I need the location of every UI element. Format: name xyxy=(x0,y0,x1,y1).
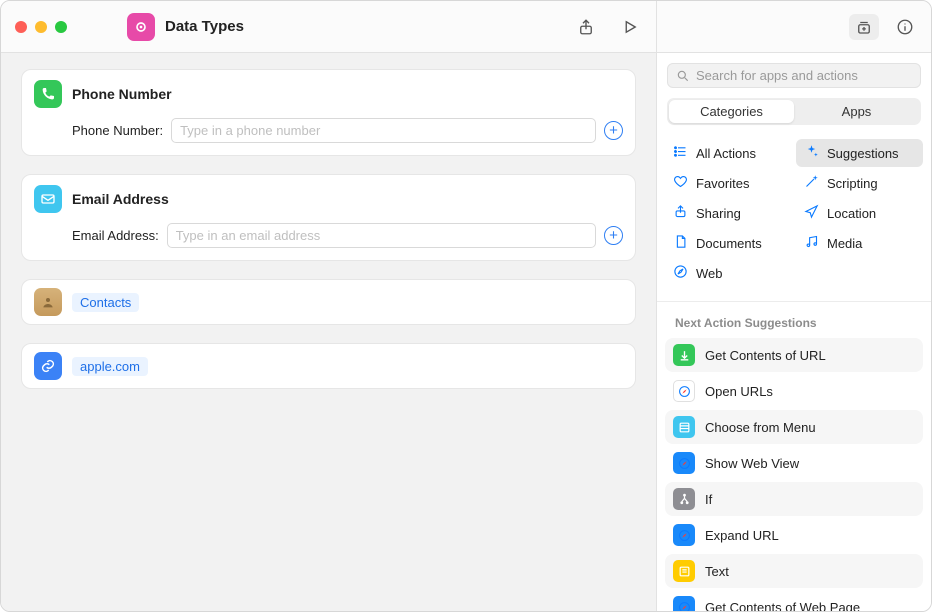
sparkle-icon xyxy=(804,144,819,162)
suggestion-label: Get Contents of Web Page xyxy=(705,600,860,612)
category-scripting[interactable]: Scripting xyxy=(796,169,923,197)
action-title: Phone Number xyxy=(72,86,172,102)
content: Phone Number Phone Number: + Email Addre… xyxy=(1,53,931,611)
variable-token-contacts[interactable]: Contacts xyxy=(72,293,139,312)
category-label: All Actions xyxy=(696,146,756,161)
music-icon xyxy=(804,234,819,252)
safari-small-icon xyxy=(673,524,695,546)
suggestion-label: Expand URL xyxy=(705,528,779,543)
segment-categories[interactable]: Categories xyxy=(669,100,794,123)
suggestion-item[interactable]: Expand URL xyxy=(665,518,923,552)
shortcut-color-icon xyxy=(127,13,155,41)
add-variable-button[interactable]: + xyxy=(604,121,623,140)
suggestion-list: Get Contents of URL Open URLs Choose from … xyxy=(665,338,923,611)
menu-icon xyxy=(673,416,695,438)
link-icon xyxy=(34,352,62,380)
list-icon xyxy=(673,144,688,162)
suggestion-item[interactable]: Show Web View xyxy=(665,446,923,480)
sendarrow-icon xyxy=(804,204,819,222)
action-card-phone-number[interactable]: Phone Number Phone Number: + xyxy=(21,69,636,156)
variable-token-url[interactable]: apple.com xyxy=(72,357,148,376)
safari-small-icon xyxy=(673,596,695,611)
category-label: Suggestions xyxy=(827,146,899,161)
window-title: Data Types xyxy=(165,18,244,35)
field-label: Email Address: xyxy=(72,228,159,243)
wand-icon xyxy=(804,174,819,192)
category-label: Scripting xyxy=(827,176,878,191)
contacts-icon xyxy=(34,288,62,316)
email-address-input[interactable] xyxy=(167,223,596,248)
heart-icon xyxy=(673,174,688,192)
suggestion-item[interactable]: Get Contents of Web Page xyxy=(665,590,923,611)
suggestions-header: Next Action Suggestions xyxy=(665,312,923,338)
run-button[interactable] xyxy=(618,15,642,39)
segment-apps[interactable]: Apps xyxy=(794,100,919,123)
safari-small-icon xyxy=(673,452,695,474)
library-toggle-button[interactable] xyxy=(849,14,879,40)
phone-number-input[interactable] xyxy=(171,118,596,143)
document-icon xyxy=(673,234,688,252)
text-icon xyxy=(673,560,695,582)
safari-small-icon xyxy=(673,380,695,402)
traffic-lights xyxy=(15,21,67,33)
action-title: Email Address xyxy=(72,191,169,207)
search-field[interactable] xyxy=(667,63,921,88)
email-icon xyxy=(34,185,62,213)
phone-icon xyxy=(34,80,62,108)
suggestion-item[interactable]: Text xyxy=(665,554,923,588)
share-button[interactable] xyxy=(574,15,598,39)
search-icon xyxy=(676,69,690,83)
search-input[interactable] xyxy=(696,68,912,83)
library-sidebar: Categories Apps All Actions Suggestions Fa… xyxy=(656,53,931,611)
category-location[interactable]: Location xyxy=(796,199,923,227)
category-label: Documents xyxy=(696,236,762,251)
category-sharing[interactable]: Sharing xyxy=(665,199,792,227)
field-label: Phone Number: xyxy=(72,123,163,138)
category-favorites[interactable]: Favorites xyxy=(665,169,792,197)
category-media[interactable]: Media xyxy=(796,229,923,257)
category-label: Web xyxy=(696,266,723,281)
category-label: Sharing xyxy=(696,206,741,221)
add-variable-button[interactable]: + xyxy=(604,226,623,245)
branch-icon xyxy=(673,488,695,510)
suggestion-label: Choose from Menu xyxy=(705,420,816,435)
category-suggestions[interactable]: Suggestions xyxy=(796,139,923,167)
category-documents[interactable]: Documents xyxy=(665,229,792,257)
action-card-url[interactable]: apple.com xyxy=(21,343,636,389)
suggestion-label: Get Contents of URL xyxy=(705,348,826,363)
suggestion-label: If xyxy=(705,492,712,507)
suggestion-item[interactable]: If xyxy=(665,482,923,516)
info-button[interactable] xyxy=(893,15,917,39)
download-icon xyxy=(673,344,695,366)
category-grid: All Actions Suggestions Favorites Scripting… xyxy=(657,129,931,302)
share-icon xyxy=(673,204,688,222)
category-label: Media xyxy=(827,236,862,251)
titlebar: Data Types xyxy=(1,1,931,53)
suggestion-label: Show Web View xyxy=(705,456,799,471)
suggestion-label: Text xyxy=(705,564,729,579)
action-card-email-address[interactable]: Email Address Email Address: + xyxy=(21,174,636,261)
workflow-canvas[interactable]: Phone Number Phone Number: + Email Addre… xyxy=(1,53,656,611)
safari-icon xyxy=(673,264,688,282)
category-all[interactable]: All Actions xyxy=(665,139,792,167)
segmented-control[interactable]: Categories Apps xyxy=(667,98,921,125)
suggestion-item[interactable]: Get Contents of URL xyxy=(665,338,923,372)
suggestion-item[interactable]: Choose from Menu xyxy=(665,410,923,444)
category-label: Location xyxy=(827,206,876,221)
suggestion-item[interactable]: Open URLs xyxy=(665,374,923,408)
minimize-window-button[interactable] xyxy=(35,21,47,33)
category-label: Favorites xyxy=(696,176,749,191)
category-web[interactable]: Web xyxy=(665,259,792,287)
window: Data Types xyxy=(0,0,932,612)
close-window-button[interactable] xyxy=(15,21,27,33)
suggestion-label: Open URLs xyxy=(705,384,773,399)
fullscreen-window-button[interactable] xyxy=(55,21,67,33)
action-card-contacts[interactable]: Contacts xyxy=(21,279,636,325)
